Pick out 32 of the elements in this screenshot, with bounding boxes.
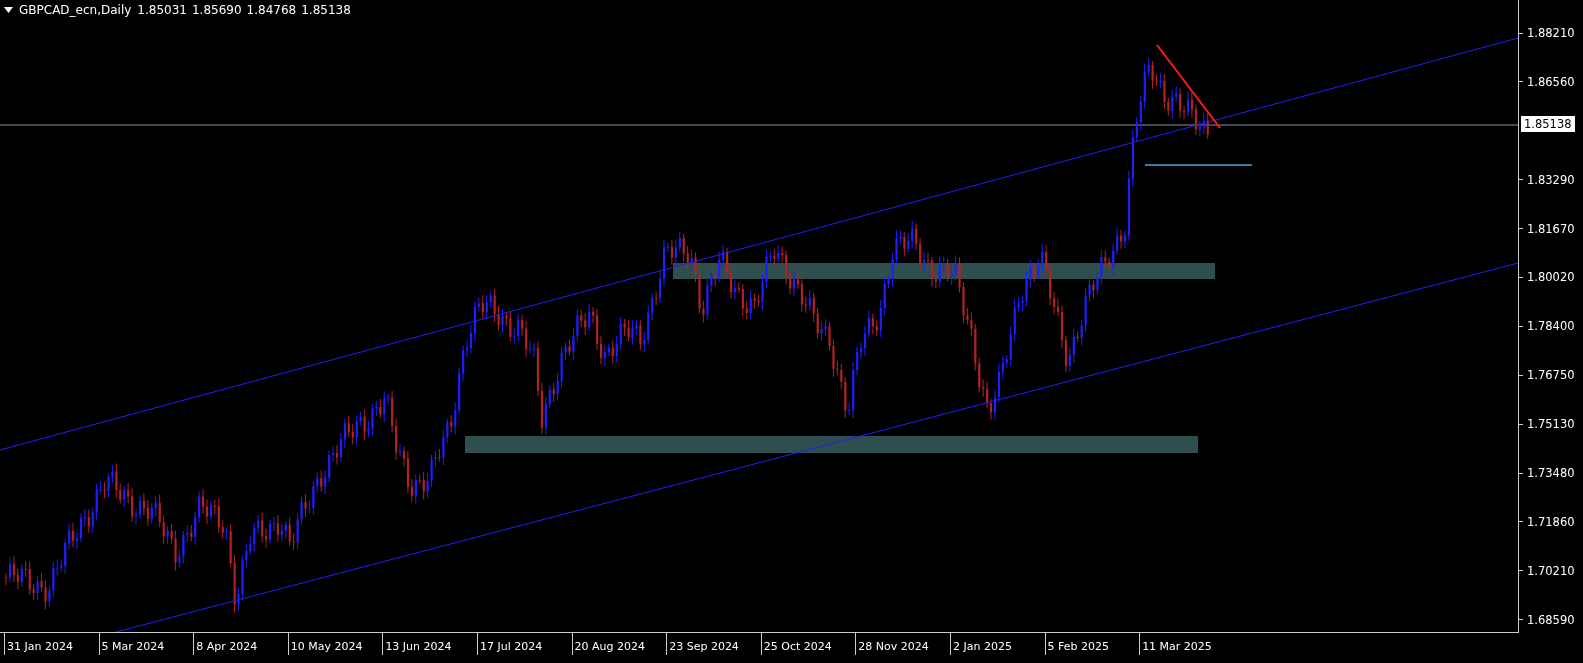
date-label: 23 Sep 2024 xyxy=(669,640,739,653)
price-label: 1.76750 xyxy=(1519,367,1583,384)
current-price-label: 1.85138 xyxy=(1521,116,1575,132)
date-label: 20 Aug 2024 xyxy=(574,640,646,653)
price-label: 1.81670 xyxy=(1519,220,1583,237)
date-label: 8 Apr 2024 xyxy=(196,640,258,653)
price-label: 1.88210 xyxy=(1519,25,1583,41)
date-label: 13 Jun 2024 xyxy=(385,640,452,653)
price-label: 1.78400 xyxy=(1519,318,1583,335)
date-label: 2 Jan 2025 xyxy=(952,640,1012,653)
price-label: 1.71860 xyxy=(1519,513,1583,530)
date-label: 5 Mar 2024 xyxy=(101,640,165,653)
date-label: 5 Feb 2025 xyxy=(1047,640,1109,653)
date-label: 28 Nov 2024 xyxy=(858,640,929,653)
price-quote: 1.85690 xyxy=(192,3,242,17)
price-label: 1.68590 xyxy=(1519,611,1583,628)
date-label: 25 Oct 2024 xyxy=(763,640,832,653)
date-label: 31 Jan 2024 xyxy=(7,640,73,653)
date-label: 10 May 2024 xyxy=(290,640,363,653)
price-label: 1.73480 xyxy=(1519,465,1583,481)
price-label: 1.86560 xyxy=(1519,73,1583,90)
price-quote: 1.84768 xyxy=(246,3,297,17)
price-label: 1.83290 xyxy=(1519,171,1583,188)
price-label: 1.80020 xyxy=(1519,269,1583,286)
price-quote: 1.85031 xyxy=(137,3,187,17)
dropdown-icon[interactable] xyxy=(4,7,13,13)
date-label: 11 Mar 2025 xyxy=(1142,640,1212,653)
price-label: 1.70210 xyxy=(1519,562,1583,579)
price-quote: 1.85138 xyxy=(301,3,351,17)
date-label: 17 Jul 2024 xyxy=(479,640,543,653)
price-label: 1.75130 xyxy=(1519,416,1583,433)
symbol-title: GBPCAD_ecn,Daily xyxy=(19,3,132,17)
